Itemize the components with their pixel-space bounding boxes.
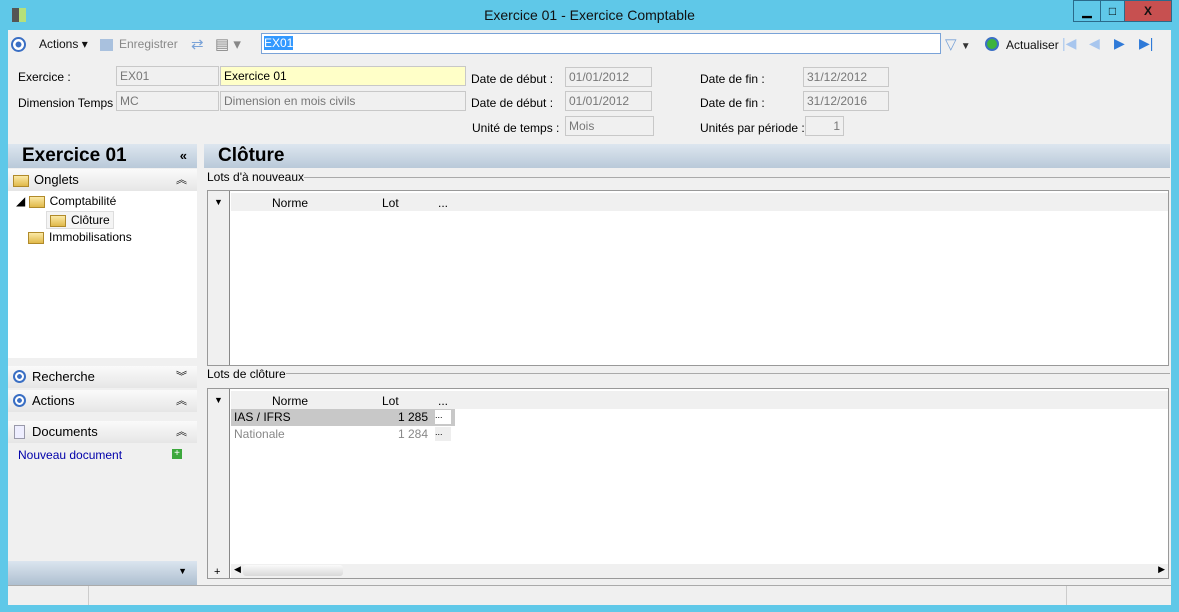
group-lots-de-cloture-label: Lots de clôture <box>207 367 286 381</box>
row-detail-button[interactable]: ... <box>435 410 451 424</box>
exercice-name-field[interactable]: Exercice 01 <box>220 66 466 86</box>
column-header-norme[interactable]: Norme <box>272 196 308 210</box>
tree-panel: ◢ Comptabilité Clôture Immobilisations <box>8 191 197 358</box>
start-date-field-2[interactable]: 01/01/2012 <box>565 91 652 111</box>
app-icon <box>12 8 26 22</box>
folder-icon <box>13 174 29 187</box>
table-row[interactable]: IAS / IFRS 1 285 ... <box>231 409 455 426</box>
next-record-icon[interactable]: ▶ <box>1114 35 1125 52</box>
sidebar-title: Exercice 01 « <box>8 144 197 168</box>
search-input[interactable]: EX01 <box>261 33 941 54</box>
lots-de-cloture-grid[interactable]: ▼ Norme Lot ... IAS / IFRS 1 285 ... Nat… <box>207 388 1169 579</box>
app-menu-icon[interactable] <box>11 37 26 52</box>
group-lots-a-nouveaux-label: Lots d'à nouveaux <box>207 170 305 184</box>
units-per-period-label: Unités par période : <box>700 121 805 135</box>
refresh-icon[interactable] <box>985 37 999 51</box>
refresh-button[interactable]: Actualiser <box>1006 38 1059 52</box>
column-header-more[interactable]: ... <box>438 394 448 408</box>
horizontal-scrollbar[interactable]: ◀ ▶ <box>231 564 1168 578</box>
end-date-label-2: Date de fin : <box>700 96 765 110</box>
tree-item-comptabilite[interactable]: ◢ Comptabilité <box>16 194 116 208</box>
search-section-header[interactable]: Recherche ︾ <box>8 366 197 388</box>
tree-item-cloture[interactable]: Clôture <box>46 211 114 229</box>
print-icon[interactable]: ▤ ▾ <box>215 35 241 53</box>
column-header-norme[interactable]: Norme <box>272 394 308 408</box>
add-row-button[interactable]: + <box>214 566 220 578</box>
documents-section-header[interactable]: Documents ︽ <box>8 421 197 443</box>
save-button[interactable]: Enregistrer <box>119 37 178 51</box>
exercice-label: Exercice : <box>18 70 71 84</box>
grid-menu-icon: ▼ <box>214 197 223 207</box>
end-date-field[interactable]: 31/12/2012 <box>803 67 889 87</box>
actions-menu[interactable]: Actions ▾ <box>39 37 88 51</box>
dimension-code-field[interactable]: MC <box>116 91 219 111</box>
cell-norme: Nationale <box>234 427 285 441</box>
document-icon <box>14 425 25 439</box>
start-date-field[interactable]: 01/01/2012 <box>565 67 652 87</box>
minimize-button[interactable]: ▁ <box>1073 0 1101 22</box>
sync-icon[interactable]: ⇄ <box>191 35 204 53</box>
main-title: Clôture <box>204 144 1170 168</box>
cell-norme: IAS / IFRS <box>234 410 291 424</box>
status-bar <box>8 585 1171 605</box>
end-date-label: Date de fin : <box>700 72 765 86</box>
collapse-sidebar-button[interactable]: « <box>180 144 187 168</box>
table-row[interactable]: Nationale 1 284 ... <box>231 426 455 443</box>
chevron-up-icon: ︽ <box>176 426 187 438</box>
save-icon <box>100 39 113 51</box>
end-date-field-2[interactable]: 31/12/2016 <box>803 91 889 111</box>
filter-icon[interactable]: ▽ ▼ <box>945 35 971 53</box>
column-header-lot[interactable]: Lot <box>382 196 399 210</box>
start-date-label: Date de début : <box>471 72 554 86</box>
chevron-up-icon: ︽ <box>176 395 187 407</box>
dimension-name-field[interactable]: Dimension en mois civils <box>220 91 466 111</box>
actions-section-icon <box>13 394 26 407</box>
column-header-lot[interactable]: Lot <box>382 394 399 408</box>
cell-lot: 1 285 <box>398 410 429 424</box>
actions-label: Actions <box>39 37 79 51</box>
previous-record-icon[interactable]: ◀ <box>1089 35 1100 52</box>
grid-menu-icon: ▼ <box>214 395 223 405</box>
tree-item-immobilisations[interactable]: Immobilisations <box>28 230 132 244</box>
first-record-icon[interactable]: |◀ <box>1062 35 1076 52</box>
dimension-label: Dimension Temps : <box>18 96 120 110</box>
add-icon[interactable]: + <box>172 449 182 459</box>
window-title: Exercice 01 - Exercice Comptable <box>484 7 695 23</box>
sidebar-footer-bar[interactable]: ▼ <box>8 561 197 585</box>
cell-lot: 1 284 <box>398 427 429 441</box>
scrollbar-thumb <box>243 565 343 576</box>
exercice-code-field[interactable]: EX01 <box>116 66 219 86</box>
actions-section-header[interactable]: Actions ︽ <box>8 390 197 412</box>
time-unit-field[interactable]: Mois <box>565 116 654 136</box>
tabs-section-header[interactable]: Onglets ︽ <box>8 169 197 191</box>
last-record-icon[interactable]: ▶| <box>1139 35 1153 52</box>
lots-a-nouveaux-grid[interactable]: ▼ Norme Lot ... <box>207 190 1169 366</box>
column-header-more[interactable]: ... <box>438 196 448 210</box>
search-section-icon <box>13 370 26 383</box>
units-per-period-field[interactable]: 1 <box>805 116 844 136</box>
close-button[interactable]: X <box>1124 0 1172 22</box>
row-detail-button[interactable]: ... <box>435 427 451 441</box>
chevron-down-icon: ︾ <box>176 371 187 383</box>
chevron-up-icon: ︽ <box>176 174 187 186</box>
new-document-link[interactable]: Nouveau document <box>18 448 122 462</box>
time-unit-label: Unité de temps : <box>472 121 560 135</box>
maximize-button[interactable]: □ <box>1100 0 1125 22</box>
start-date-label-2: Date de début : <box>471 96 554 110</box>
